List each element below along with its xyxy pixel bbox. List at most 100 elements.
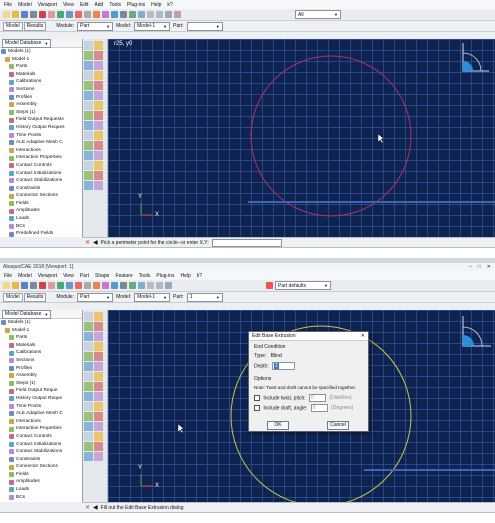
type-value[interactable]: Blind [271, 353, 282, 359]
part-defaults-combo[interactable]: Part defaults ▼ [275, 281, 331, 290]
print-icon[interactable] [30, 282, 37, 289]
redo-icon[interactable] [94, 392, 103, 401]
view-front-icon[interactable] [147, 11, 154, 18]
cut-icon[interactable] [94, 332, 103, 341]
twist-input[interactable]: 0 [309, 394, 327, 402]
constraint-icon[interactable] [94, 181, 103, 190]
tree-item[interactable]: Model-1 [0, 56, 82, 64]
tree-item[interactable]: Contact Controls [0, 433, 82, 441]
undo-icon[interactable] [84, 392, 93, 401]
line-icon[interactable] [94, 141, 103, 150]
model-select[interactable]: Model-1 ▼ [134, 21, 171, 31]
view-front-icon[interactable] [147, 282, 154, 289]
tree-item[interactable]: Contact Stabilizations [0, 177, 82, 185]
include-twist-checkbox[interactable] [254, 395, 260, 401]
shell-icon[interactable] [84, 432, 93, 441]
back-icon[interactable]: ◀ [93, 239, 98, 246]
query-icon[interactable] [39, 11, 46, 18]
tree-item[interactable]: Amplitudes [0, 207, 82, 215]
menu-viewport[interactable]: Viewport [38, 2, 57, 8]
tree-item[interactable]: Contact Initializations [0, 441, 82, 449]
rotate-icon[interactable] [84, 111, 93, 120]
tree-item[interactable]: Parts [0, 334, 82, 342]
feature-manager-icon[interactable] [94, 402, 103, 411]
point-icon[interactable] [84, 41, 93, 50]
menu-model[interactable]: Model [18, 273, 32, 279]
chamfer-icon[interactable] [84, 452, 93, 461]
cycle-view-icon[interactable] [93, 282, 100, 289]
menu-tools[interactable]: Tools [109, 2, 121, 8]
constraint-icon[interactable] [94, 81, 103, 90]
back-icon[interactable]: ◀ [93, 504, 98, 511]
tree-item[interactable]: Materials [0, 342, 82, 350]
query-icon[interactable] [39, 282, 46, 289]
tree-db-select[interactable]: Model Database ▼ [2, 310, 52, 319]
tree-item[interactable]: Profiles [0, 365, 82, 373]
round-icon[interactable] [94, 342, 103, 351]
chamfer-icon[interactable] [84, 352, 93, 361]
tree-item[interactable]: ALE Adaptive Mesh C [0, 410, 82, 418]
menu-add[interactable]: Add [94, 2, 103, 8]
extrude-icon[interactable] [94, 312, 103, 321]
mirror-icon[interactable] [84, 101, 93, 110]
tree-item[interactable]: Sections [0, 357, 82, 365]
tree-item[interactable]: Steps (1) [0, 109, 82, 117]
datum-axis-icon[interactable] [94, 362, 103, 371]
shaded-icon[interactable] [138, 282, 145, 289]
perspective-icon[interactable] [111, 11, 118, 18]
cancel-procedure-icon[interactable]: ✕ [85, 504, 90, 511]
redo-icon[interactable] [84, 121, 93, 130]
part-select[interactable]: ▼ [186, 21, 223, 31]
sweep-icon[interactable] [94, 422, 103, 431]
new-icon[interactable] [3, 11, 10, 18]
line-icon[interactable] [94, 41, 103, 50]
create-part-icon[interactable] [84, 312, 93, 321]
trim-icon[interactable] [94, 91, 103, 100]
tree-item[interactable]: Assembly [0, 101, 82, 109]
move-icon[interactable] [94, 101, 103, 110]
tree-item[interactable]: Constraints [0, 456, 82, 464]
partition-icon[interactable] [94, 372, 103, 381]
hidden-line-icon[interactable] [129, 282, 136, 289]
arc-icon[interactable] [84, 61, 93, 70]
draft-input[interactable]: 0 [310, 404, 328, 412]
tree-item[interactable]: Contact Stabilizations [0, 448, 82, 456]
fillet-icon[interactable] [94, 71, 103, 80]
tree-item[interactable]: History Output Reque [0, 395, 82, 403]
menu-model[interactable]: Model [18, 2, 32, 8]
tree-item[interactable]: Connector Sections [0, 463, 82, 471]
menu-file[interactable]: File [4, 273, 12, 279]
tree-item[interactable]: Connector Sections [0, 192, 82, 200]
cancel-button[interactable]: Cancel [327, 421, 349, 430]
color-code-icon[interactable] [174, 11, 181, 18]
pan-icon[interactable] [48, 282, 55, 289]
zoom-icon[interactable] [66, 282, 73, 289]
tree-item[interactable]: Model-1 [0, 327, 82, 335]
cut-icon[interactable] [94, 432, 103, 441]
arc-icon[interactable] [84, 161, 93, 170]
menu-edit[interactable]: Edit [80, 2, 89, 8]
module-select[interactable]: Part ▼ [77, 21, 114, 31]
menu-file[interactable]: File [4, 2, 12, 8]
rotate-icon[interactable] [57, 282, 64, 289]
dialog-close-icon[interactable]: ✕ [361, 333, 365, 339]
revolve-icon[interactable] [84, 322, 93, 331]
rotate-icon[interactable] [57, 11, 64, 18]
extrude-icon[interactable] [94, 412, 103, 421]
tree-item[interactable]: Fields [0, 200, 82, 208]
tree-item[interactable]: Loads [0, 215, 82, 223]
dimension-icon[interactable] [84, 181, 93, 190]
auto-fit-icon[interactable] [84, 11, 91, 18]
tree-item[interactable]: Sections [0, 86, 82, 94]
rectangle-icon[interactable] [84, 151, 93, 160]
menu-plugins[interactable]: Plug-ins [156, 273, 174, 279]
tree-item[interactable]: Parts [0, 63, 82, 71]
mirror-icon[interactable] [94, 352, 103, 361]
tree-item[interactable]: Models (1) [0, 48, 82, 56]
datum-point-icon[interactable] [84, 362, 93, 371]
circle-icon[interactable] [94, 151, 103, 160]
tree-item[interactable]: Predefined Fields [0, 230, 82, 237]
tree-item[interactable]: Interaction Properties [0, 425, 82, 433]
tree-item[interactable]: Field Output Requests [0, 116, 82, 124]
tree-item[interactable]: ALE Adaptive Mesh C [0, 139, 82, 147]
